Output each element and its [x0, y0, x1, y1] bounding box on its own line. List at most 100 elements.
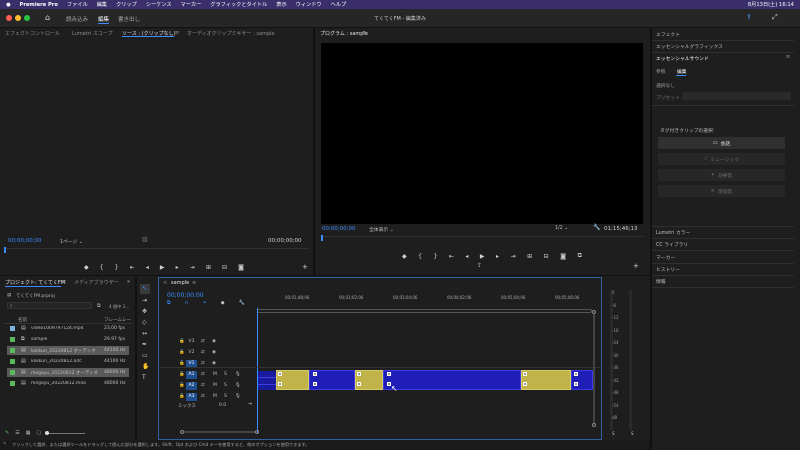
subtab-browse[interactable]: 参照	[656, 68, 666, 75]
eye-icon[interactable]: ◉	[212, 350, 216, 355]
lock-icon[interactable]: 🔒	[179, 339, 185, 344]
sync-lock-icon[interactable]: ⇄	[201, 361, 205, 366]
tab-effect-controls[interactable]: エフェクトコントロール	[5, 30, 60, 37]
tab-program[interactable]: プログラム : sample	[320, 30, 368, 37]
eye-icon[interactable]: ◉	[212, 361, 216, 366]
type-tool-icon[interactable]: T	[142, 375, 146, 381]
lock-icon[interactable]: 🔒	[179, 383, 185, 388]
label-color-chip[interactable]	[10, 370, 15, 375]
sequence-menu-icon[interactable]: ≡	[192, 280, 196, 286]
linked-selection-icon[interactable]: ⚭	[202, 300, 206, 306]
panel-markers[interactable]: マーカー	[656, 254, 675, 261]
freeform-view-icon[interactable]: ▢	[36, 430, 41, 436]
sync-lock-icon[interactable]: ⇄	[201, 372, 205, 377]
sfx-button[interactable]: ✦ 効果音	[658, 169, 785, 181]
tab-audio-clip-mixer[interactable]: オーディオクリップミキサー : sample	[187, 30, 275, 37]
tab-lumetri-scopes[interactable]: Lumetri スコープ	[72, 30, 113, 37]
hand-tool-icon[interactable]: ✋	[142, 364, 149, 370]
mute-button[interactable]: M	[213, 394, 217, 399]
timeline-settings-icon[interactable]: 🔧	[239, 300, 245, 306]
page-select[interactable]: 1ページ ⌄	[60, 238, 83, 245]
prog-add-button-icon[interactable]: +	[633, 262, 639, 270]
mark-in-icon[interactable]: {	[100, 264, 104, 271]
menu-window[interactable]: ウィンドウ	[296, 1, 322, 8]
work-area-bar[interactable]	[257, 309, 592, 313]
prog-step-forward-icon[interactable]: ▸	[496, 253, 499, 260]
list-item[interactable]: ▤ video1009797124.mp4 23,00 fps	[7, 324, 129, 333]
track-label-a1[interactable]: A1	[186, 371, 197, 379]
more-panels-icon[interactable]: »	[127, 279, 130, 285]
lock-icon[interactable]: 🔒	[179, 350, 185, 355]
bin-icon[interactable]: ⧉	[97, 303, 101, 309]
solo-right-button[interactable]: S	[631, 431, 634, 436]
vr-icon[interactable]: ⇪	[477, 262, 482, 269]
panel-essential-graphics[interactable]: エッセンシャルグラフィックス	[656, 43, 723, 50]
selection-tool-icon[interactable]: ↖	[142, 286, 147, 292]
wrench-icon[interactable]: 🔧	[593, 224, 600, 231]
label-color-chip[interactable]	[10, 381, 15, 386]
extract-icon[interactable]: ⊟	[544, 253, 549, 260]
mark-out-icon[interactable]: }	[115, 264, 119, 271]
timeline-timecode[interactable]: 00;00;00;00	[167, 292, 204, 299]
prog-export-frame-icon[interactable]: ◙	[560, 253, 566, 260]
timeline-horizontal-scrollbar[interactable]	[180, 430, 260, 434]
dialogue-button[interactable]: ▭ 会話	[658, 137, 785, 149]
track-select-tool-icon[interactable]: ⇥	[142, 298, 147, 304]
timeline-marker-icon[interactable]: ◆	[221, 300, 225, 306]
list-item[interactable]: ▤ kokkun_20220812 オーディオ 44100 Hz	[7, 346, 129, 355]
essential-sound-menu-icon[interactable]: ≡	[786, 54, 790, 60]
menu-marker[interactable]: マーカー	[181, 1, 202, 8]
lock-icon[interactable]: 🔒	[179, 394, 185, 399]
rectangle-tool-icon[interactable]: ▭	[142, 353, 148, 359]
tab-sequence-sample[interactable]: sample	[171, 280, 189, 286]
tab-media-browser[interactable]: メディアブラウザー	[74, 279, 119, 286]
preset-select[interactable]	[683, 92, 791, 100]
solo-button[interactable]: S	[224, 383, 227, 388]
label-color-chip[interactable]	[10, 337, 15, 342]
overwrite-icon[interactable]: ⊟	[222, 264, 227, 271]
audio-clip[interactable]	[309, 370, 355, 390]
list-item[interactable]: ⧉ sample 29.97 fps	[7, 335, 129, 344]
prog-mark-in-icon[interactable]: {	[418, 253, 422, 260]
panel-effects[interactable]: エフェクト	[656, 31, 680, 38]
mix-value[interactable]: 0.0	[219, 403, 226, 408]
eye-icon[interactable]: ◉	[212, 339, 216, 344]
list-view-icon[interactable]: ☰	[15, 430, 19, 436]
lift-icon[interactable]: ⊞	[527, 253, 532, 260]
close-sequence-icon[interactable]: ×	[163, 280, 167, 286]
mute-button[interactable]: M	[213, 372, 217, 377]
sync-lock-icon[interactable]: ⇄	[201, 383, 205, 388]
program-playhead[interactable]	[321, 235, 323, 241]
fullscreen-icon[interactable]: ⤢	[772, 13, 778, 22]
list-item[interactable]: ▤ kokkun_20220812.aifc 44100 Hz	[7, 357, 129, 366]
panel-history[interactable]: ヒストリー	[656, 266, 680, 273]
export-frame-icon[interactable]: ◙	[238, 264, 244, 271]
app-menu[interactable]: Premiere Pro	[20, 2, 58, 8]
add-button-icon[interactable]: +	[302, 263, 308, 271]
timeline-vertical-scrollbar[interactable]	[592, 310, 596, 428]
razor-tool-icon[interactable]: ◇	[142, 320, 147, 326]
insert-icon[interactable]: ⊞	[206, 264, 211, 271]
menu-view[interactable]: 表示	[276, 1, 286, 8]
microphone-icon[interactable]: 🎙	[235, 372, 241, 377]
menu-sequence[interactable]: シーケンス	[146, 1, 172, 8]
microphone-icon[interactable]: 🎙	[235, 383, 241, 388]
slip-tool-icon[interactable]: ↔	[142, 331, 147, 337]
menu-graphics[interactable]: グラフィックとタイトル	[210, 1, 267, 8]
audio-clip[interactable]	[355, 370, 383, 390]
apple-icon[interactable]: ●	[6, 2, 11, 8]
source-playhead[interactable]	[4, 247, 6, 253]
prog-play-icon[interactable]: ▶	[480, 253, 485, 260]
prog-add-marker-icon[interactable]: ◆	[402, 253, 407, 260]
prog-go-to-in-icon[interactable]: ⇤	[449, 253, 454, 260]
snap-icon[interactable]: ∩	[185, 300, 189, 306]
settings-icon[interactable]: ▥	[142, 236, 148, 243]
track-label-v2[interactable]: V2	[186, 349, 197, 357]
music-button[interactable]: ♪ ミュージック	[658, 153, 785, 165]
audio-clip[interactable]	[521, 370, 571, 390]
mix-go-end-icon[interactable]: ⇥	[248, 402, 252, 407]
mute-button[interactable]: M	[213, 383, 217, 388]
quality-select[interactable]: 1/2 ⌄	[555, 226, 568, 231]
audio-clip[interactable]	[571, 370, 593, 390]
solo-button[interactable]: S	[224, 372, 227, 377]
